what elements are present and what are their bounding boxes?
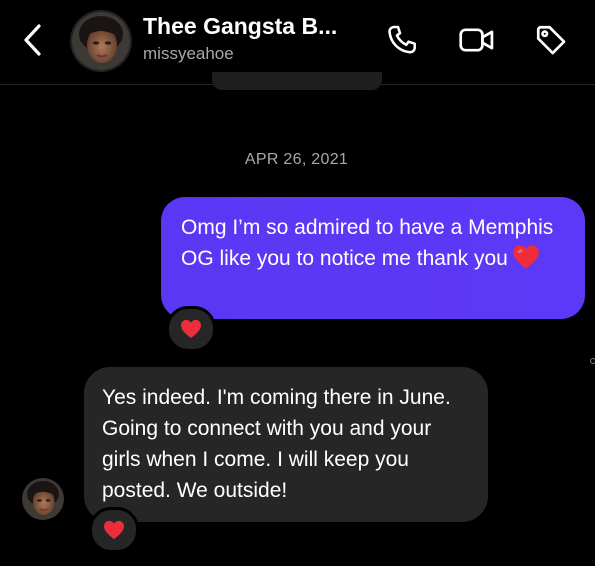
outgoing-message[interactable]: Omg I’m so admired to have a Memphis OG … xyxy=(161,197,585,319)
conversation-title[interactable]: Thee Gangsta B... xyxy=(143,13,337,40)
video-camera-icon xyxy=(459,28,494,52)
header-avatar[interactable] xyxy=(72,12,130,70)
date-label: APR 26, 2021 xyxy=(244,151,349,168)
audio-call-button[interactable] xyxy=(382,22,422,58)
heart-icon xyxy=(104,520,124,540)
incoming-message[interactable]: Yes indeed. I'm coming there in June. Go… xyxy=(84,367,488,522)
message-text: Omg I’m so admired to have a Memphis OG … xyxy=(181,216,554,270)
sender-avatar[interactable] xyxy=(22,478,64,520)
chevron-left-icon xyxy=(24,24,41,56)
message-reaction[interactable] xyxy=(89,507,139,553)
conversation-username: missyeahoe xyxy=(143,44,234,63)
phone-icon xyxy=(388,25,417,54)
video-call-button[interactable] xyxy=(457,22,497,58)
scroll-indicator xyxy=(590,358,595,364)
tag-icon xyxy=(536,25,566,55)
label-button[interactable] xyxy=(531,22,571,58)
message-reaction[interactable] xyxy=(166,306,216,352)
previous-message-edge xyxy=(212,72,382,90)
back-button[interactable] xyxy=(18,22,48,58)
heart-emoji-icon xyxy=(512,244,540,279)
message-text: Yes indeed. I'm coming there in June. Go… xyxy=(102,386,451,502)
heart-icon xyxy=(181,319,201,339)
date-separator: APR 26, 2021 xyxy=(0,151,595,169)
